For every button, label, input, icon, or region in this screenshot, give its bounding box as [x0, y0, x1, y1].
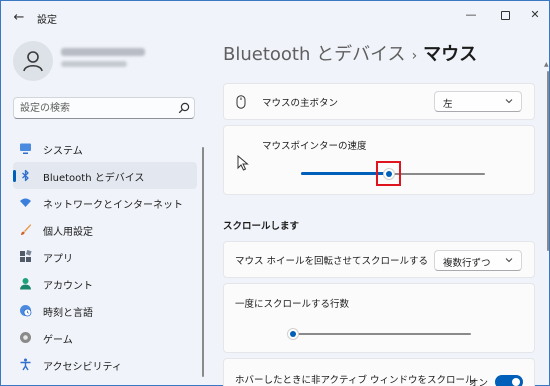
title-bar: ← 設定 — ✕ — [1, 1, 549, 33]
chevron-down-icon — [505, 258, 513, 263]
sidebar-item-accounts[interactable]: アカウント — [13, 270, 197, 297]
sidebar-item-label: アクセシビリティ — [43, 362, 122, 373]
wheel-scroll-value: 複数行ずつ — [443, 258, 491, 269]
sidebar-item-label: アプリ — [43, 254, 73, 265]
page-title: マウス — [423, 44, 478, 65]
sidebar-item-label: ゲーム — [43, 335, 73, 346]
settings-search-box[interactable] — [13, 97, 195, 119]
primary-button-dropdown[interactable]: 左 — [434, 91, 522, 112]
wheel-scroll-card: マウス ホイールを回転させてスクロールする 複数行ずつ — [223, 241, 535, 278]
account-email-blurred — [61, 61, 127, 67]
lines-per-scroll-label: 一度にスクロールする行数 — [235, 299, 350, 310]
sidebar-item-label: 時刻と言語 — [43, 308, 93, 319]
sidebar-item-label: アカウント — [43, 281, 93, 292]
sidebar-item-apps[interactable]: アプリ — [13, 243, 197, 270]
pointer-cursor-icon — [237, 155, 249, 171]
active-indicator — [13, 170, 16, 182]
inactive-scroll-label: ホバーしたときに非アクティブ ウィンドウをスクロール — [235, 375, 475, 386]
breadcrumb-parent[interactable]: Bluetooth とデバイス — [223, 44, 406, 65]
sidebar-item-label: システム — [43, 146, 83, 157]
maximize-button[interactable] — [491, 5, 519, 25]
sidebar-item-personalization[interactable]: 個人用設定 — [13, 216, 197, 243]
slider-track — [289, 333, 471, 335]
bluetooth-icon — [22, 169, 29, 182]
brush-icon — [21, 224, 31, 235]
slider-thumb[interactable] — [287, 328, 299, 340]
breadcrumb: Bluetooth とデバイス › マウス — [223, 40, 477, 66]
back-arrow-icon: ← — [13, 10, 25, 25]
sidebar-nav: システム Bluetooth とデバイス ネットワークとインターネット 個人用設… — [13, 135, 197, 378]
sidebar-item-bluetooth-devices[interactable]: Bluetooth とデバイス — [13, 162, 197, 189]
primary-button-label: マウスの主ボタン — [262, 98, 339, 109]
sidebar-item-network[interactable]: ネットワークとインターネット — [13, 189, 197, 216]
search-input[interactable] — [20, 101, 170, 115]
close-button[interactable]: ✕ — [521, 5, 549, 25]
primary-button-card: マウスの主ボタン 左 — [223, 83, 535, 120]
main-scrollbar[interactable] — [547, 71, 549, 251]
sidebar-item-label: ネットワークとインターネット — [43, 200, 183, 211]
sidebar-scrollbar[interactable] — [202, 147, 204, 377]
sidebar-item-system[interactable]: システム — [13, 135, 197, 162]
pointer-speed-label: マウスポインターの速度 — [262, 141, 367, 152]
user-icon — [23, 51, 43, 72]
sidebar-item-label: Bluetooth とデバイス — [43, 173, 145, 184]
scroll-up-arrow-icon[interactable]: ▲ — [544, 61, 549, 68]
section-title-scroll: スクロールします — [223, 221, 300, 232]
lines-per-scroll-card: 一度にスクロールする行数 — [223, 283, 535, 353]
chevron-down-icon — [505, 99, 513, 104]
wifi-icon — [20, 198, 31, 207]
globe-clock-icon — [20, 305, 32, 317]
sidebar-item-label: 個人用設定 — [43, 227, 93, 238]
monitor-icon — [20, 143, 31, 154]
account-icon — [20, 278, 31, 290]
primary-button-value: 左 — [443, 99, 453, 110]
minimize-button[interactable]: — — [457, 5, 485, 25]
close-icon: ✕ — [530, 8, 540, 21]
sidebar-item-accessibility[interactable]: アクセシビリティ — [13, 351, 197, 378]
inactive-scroll-toggle[interactable] — [495, 375, 523, 386]
avatar[interactable] — [13, 41, 53, 81]
gamepad-icon — [20, 332, 31, 343]
settings-window: ← 設定 — ✕ システム — [0, 0, 550, 386]
minimize-icon: — — [465, 8, 477, 21]
highlight-annotation-box — [376, 161, 401, 186]
accessibility-icon — [20, 358, 31, 371]
back-button[interactable]: ← — [9, 9, 29, 27]
window-title: 設定 — [37, 15, 57, 26]
apps-icon — [20, 250, 32, 262]
toggle-state-label: オン — [469, 378, 489, 386]
lines-per-scroll-slider[interactable] — [287, 326, 471, 342]
account-name-blurred — [61, 48, 145, 56]
wheel-scroll-label: マウス ホイールを回転させてスクロールする — [235, 256, 429, 267]
wheel-scroll-dropdown[interactable]: 複数行ずつ — [434, 250, 522, 271]
maximize-icon — [500, 10, 510, 20]
inactive-scroll-card: ホバーしたときに非アクティブ ウィンドウをスクロール — [223, 358, 535, 386]
breadcrumb-separator: › — [411, 48, 418, 64]
mouse-icon — [236, 95, 246, 109]
sidebar-item-gaming[interactable]: ゲーム — [13, 324, 197, 351]
sidebar-item-time-language[interactable]: 時刻と言語 — [13, 297, 197, 324]
search-icon[interactable] — [178, 102, 190, 114]
